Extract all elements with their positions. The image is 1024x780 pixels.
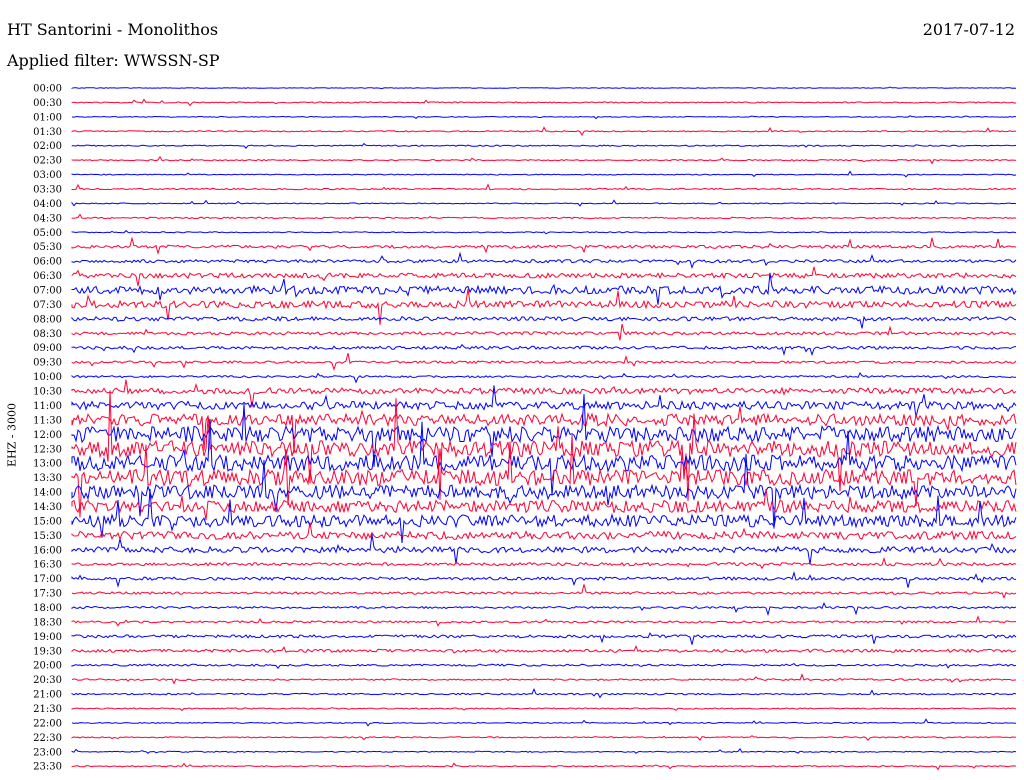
time-tick-label: 23:30 (33, 762, 62, 773)
seismogram-page: { "header": { "station": "HT Santorini -… (0, 0, 1024, 780)
trace-line (71, 251, 1017, 270)
time-tick-label: 13:00 (33, 459, 62, 470)
y-axis-label: EHZ - 3000 (5, 403, 19, 467)
trace-line (71, 266, 1017, 287)
time-tick-label: 02:30 (33, 156, 62, 167)
trace-line (71, 418, 1017, 496)
trace-line (71, 372, 1016, 384)
time-tick-label: 17:00 (33, 574, 62, 585)
time-tick-label: 14:30 (33, 502, 62, 513)
trace-line (71, 213, 1017, 220)
time-tick-label: 11:00 (33, 401, 62, 412)
time-tick-label: 12:00 (33, 430, 62, 441)
trace-line (71, 170, 1017, 178)
time-tick-label: 05:00 (33, 228, 62, 239)
time-tick-label: 14:00 (33, 488, 62, 499)
trace-line (71, 735, 1017, 741)
time-tick-label: 21:30 (33, 704, 62, 715)
trace-line (71, 644, 1017, 654)
time-tick-label: 07:00 (33, 286, 62, 297)
time-tick-label: 10:30 (33, 387, 62, 398)
trace-line (71, 343, 1017, 357)
trace-line (71, 199, 1017, 207)
time-tick-label: 12:30 (33, 444, 62, 455)
time-tick-label: 16:30 (33, 560, 62, 571)
time-tick-label: 15:30 (33, 531, 62, 542)
station-title: HT Santorini - Monolithos (7, 20, 219, 39)
time-tick-label: 04:00 (33, 199, 62, 210)
seismogram-chart: 00:00 00:30 01:00 01:30 02:00 02:30 03:00 03:30… (33, 84, 1017, 773)
time-tick-label: 01:30 (33, 127, 62, 138)
time-tick-label: 22:30 (33, 733, 62, 744)
trace-line (71, 673, 1017, 685)
trace-line (71, 352, 1017, 372)
time-tick-label: 10:00 (33, 372, 62, 383)
time-tick-label: 11:30 (33, 415, 62, 426)
time-tick-label: 20:30 (33, 675, 62, 686)
time-tick-label: 00:30 (33, 98, 62, 109)
trace-line (71, 584, 1017, 600)
trace-line (71, 385, 1017, 418)
time-tick-label: 01:00 (33, 112, 62, 123)
time-tick-label: 00:00 (33, 84, 62, 95)
trace-line (71, 236, 1017, 256)
trace-line (71, 183, 1017, 191)
trace-line (71, 632, 1017, 645)
time-tick-label: 06:30 (33, 271, 62, 282)
trace-line (71, 762, 1017, 771)
time-tick-label: 19:00 (33, 632, 62, 643)
trace-line (71, 718, 1017, 727)
trace-line (71, 488, 1017, 521)
trace-line (71, 86, 1017, 90)
time-tick-label: 16:00 (33, 545, 62, 556)
time-tick-label: 22:00 (33, 718, 62, 729)
trace-line (71, 748, 1017, 754)
filter-label: Applied filter: WWSSN-SP (7, 51, 220, 70)
time-tick-label: 03:00 (33, 170, 62, 181)
time-tick-label: 06:00 (33, 257, 62, 268)
time-tick-label: 18:00 (33, 603, 62, 614)
trace-line (71, 615, 1017, 627)
trace-line (71, 323, 1017, 341)
trace-line (71, 126, 1017, 136)
time-tick-label: 05:30 (33, 242, 62, 253)
time-tick-label: 02:00 (33, 141, 62, 152)
time-tick-label: 15:00 (33, 516, 62, 527)
trace-line (71, 115, 1016, 120)
trace-line (71, 390, 1017, 502)
time-tick-label: 23:00 (33, 747, 62, 758)
trace-line (71, 453, 1017, 529)
trace-line (71, 315, 1017, 329)
time-tick-label: 08:00 (33, 314, 62, 325)
trace-line (71, 556, 1017, 570)
trace-line (71, 534, 1017, 565)
time-tick-label: 19:30 (33, 646, 62, 657)
time-tick-label: 13:30 (33, 473, 62, 484)
record-date: 2017-07-12 (922, 20, 1015, 39)
time-tick-label: 20:00 (33, 661, 62, 672)
time-tick-label: 21:00 (33, 690, 62, 701)
trace-line (71, 155, 1016, 165)
trace-line (71, 522, 1017, 541)
time-tick-label: 17:30 (33, 589, 62, 600)
trace-line (71, 142, 1017, 149)
trace-line (71, 98, 1016, 107)
time-tick-label: 08:30 (33, 329, 62, 340)
time-tick-label: 04:30 (33, 213, 62, 224)
time-tick-label: 09:00 (33, 343, 62, 354)
trace-line (71, 688, 1017, 699)
time-tick-label: 07:30 (33, 300, 62, 311)
time-tick-label: 03:30 (33, 185, 62, 196)
trace-line (71, 571, 1017, 588)
trace-line (71, 601, 1017, 617)
time-tick-label: 09:30 (33, 358, 62, 369)
trace-line (71, 707, 1017, 712)
time-tick-label: 18:30 (33, 617, 62, 628)
trace-line (71, 229, 1017, 235)
trace-line (71, 662, 1017, 670)
